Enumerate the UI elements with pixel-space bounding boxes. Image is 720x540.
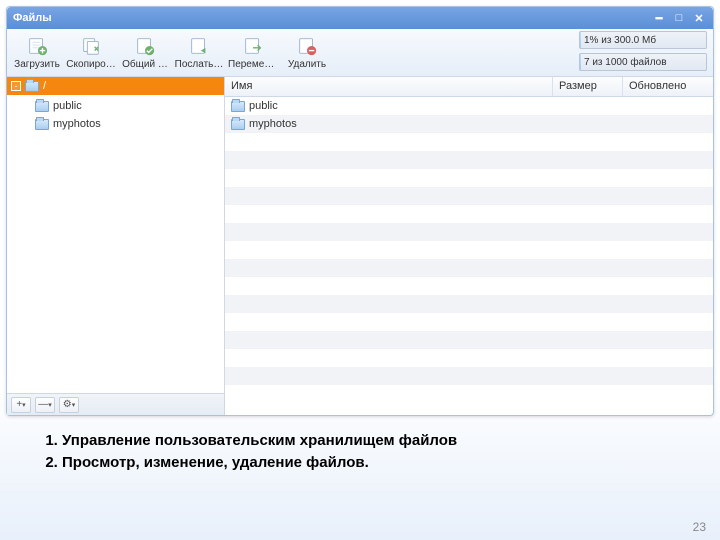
toolbar: Загрузить Скопиро… Общий … Послать… Пере… <box>7 29 713 77</box>
delete-label: Удалить <box>288 59 326 70</box>
move-icon <box>242 35 264 57</box>
tree-item-label: public <box>53 100 82 112</box>
upload-label: Загрузить <box>14 59 60 70</box>
gear-icon: ⚙ <box>63 399 72 410</box>
collapse-icon: - <box>11 81 21 91</box>
status-files: 7 из 1000 файлов <box>579 53 707 71</box>
table-row <box>225 349 713 367</box>
close-button[interactable]: ✕ <box>691 10 707 26</box>
list-pane: Имя Размер Обновлено public myphotos <box>225 77 713 415</box>
page-number: 23 <box>693 520 706 534</box>
upload-button[interactable]: Загрузить <box>11 32 63 74</box>
add-folder-button[interactable]: +▾ <box>11 397 31 413</box>
tree-item-public[interactable]: public <box>7 97 224 115</box>
folder-icon <box>35 101 49 112</box>
list-header: Имя Размер Обновлено <box>225 77 713 97</box>
copy-button[interactable]: Скопиро… <box>65 32 117 74</box>
table-row <box>225 133 713 151</box>
status-box: 1% из 300.0 Мб 7 из 1000 файлов <box>579 31 707 71</box>
caption: Управление пользовательским хранилищем ф… <box>40 430 457 474</box>
send-label: Послать… <box>175 59 224 70</box>
delete-button[interactable]: Удалить <box>281 32 333 74</box>
table-row <box>225 331 713 349</box>
table-row <box>225 223 713 241</box>
table-row <box>225 367 713 385</box>
copy-label: Скопиро… <box>66 59 115 70</box>
share-label: Общий … <box>122 59 168 70</box>
folder-icon <box>231 101 245 112</box>
tree-root-label: / <box>43 80 46 92</box>
status-files-bar <box>580 54 581 70</box>
file-manager-window: Файлы ━ □ ✕ Загрузить Скопиро… Общий … <box>6 6 714 416</box>
body: - / public myphotos +▾ —▾ <box>7 77 713 415</box>
status-space-text: 1% из 300.0 Мб <box>584 35 656 46</box>
status-files-text: 7 из 1000 файлов <box>584 57 667 68</box>
status-space-bar <box>580 32 581 48</box>
maximize-button[interactable]: □ <box>671 10 687 26</box>
file-name: myphotos <box>249 118 297 130</box>
table-row <box>225 169 713 187</box>
caption-item-2: Просмотр, изменение, удаление файлов. <box>62 452 457 474</box>
remove-folder-button[interactable]: —▾ <box>35 397 55 413</box>
table-row <box>225 313 713 331</box>
tree-root[interactable]: - / <box>7 77 224 95</box>
tree-list: public myphotos <box>7 95 224 393</box>
table-row <box>225 151 713 169</box>
file-name: public <box>249 100 278 112</box>
caption-item-1: Управление пользовательским хранилищем ф… <box>62 430 457 452</box>
send-button[interactable]: Послать… <box>173 32 225 74</box>
copy-icon <box>80 35 102 57</box>
status-space: 1% из 300.0 Мб <box>579 31 707 49</box>
tree-item-label: myphotos <box>53 118 101 130</box>
col-updated[interactable]: Обновлено <box>623 77 713 96</box>
upload-icon <box>26 35 48 57</box>
folder-icon <box>35 119 49 130</box>
tree-pane: - / public myphotos +▾ —▾ <box>7 77 225 415</box>
tree-footer: +▾ —▾ ⚙▾ <box>7 393 224 415</box>
folder-icon <box>25 81 39 92</box>
window-title: Файлы <box>13 12 647 24</box>
share-button[interactable]: Общий … <box>119 32 171 74</box>
table-row[interactable]: public <box>225 97 713 115</box>
folder-icon <box>231 119 245 130</box>
delete-icon <box>296 35 318 57</box>
table-row <box>225 277 713 295</box>
tree-item-myphotos[interactable]: myphotos <box>7 115 224 133</box>
share-icon <box>134 35 156 57</box>
table-row <box>225 187 713 205</box>
send-icon <box>188 35 210 57</box>
move-button[interactable]: Перемес… <box>227 32 279 74</box>
col-size[interactable]: Размер <box>553 77 623 96</box>
table-row <box>225 295 713 313</box>
minimize-button[interactable]: ━ <box>651 10 667 26</box>
col-name[interactable]: Имя <box>225 77 553 96</box>
table-row <box>225 241 713 259</box>
move-label: Перемес… <box>228 59 278 70</box>
minus-icon: — <box>38 399 48 410</box>
list-body: public myphotos <box>225 97 713 415</box>
table-row[interactable]: myphotos <box>225 115 713 133</box>
settings-button[interactable]: ⚙▾ <box>59 397 79 413</box>
table-row <box>225 205 713 223</box>
titlebar: Файлы ━ □ ✕ <box>7 7 713 29</box>
table-row <box>225 259 713 277</box>
